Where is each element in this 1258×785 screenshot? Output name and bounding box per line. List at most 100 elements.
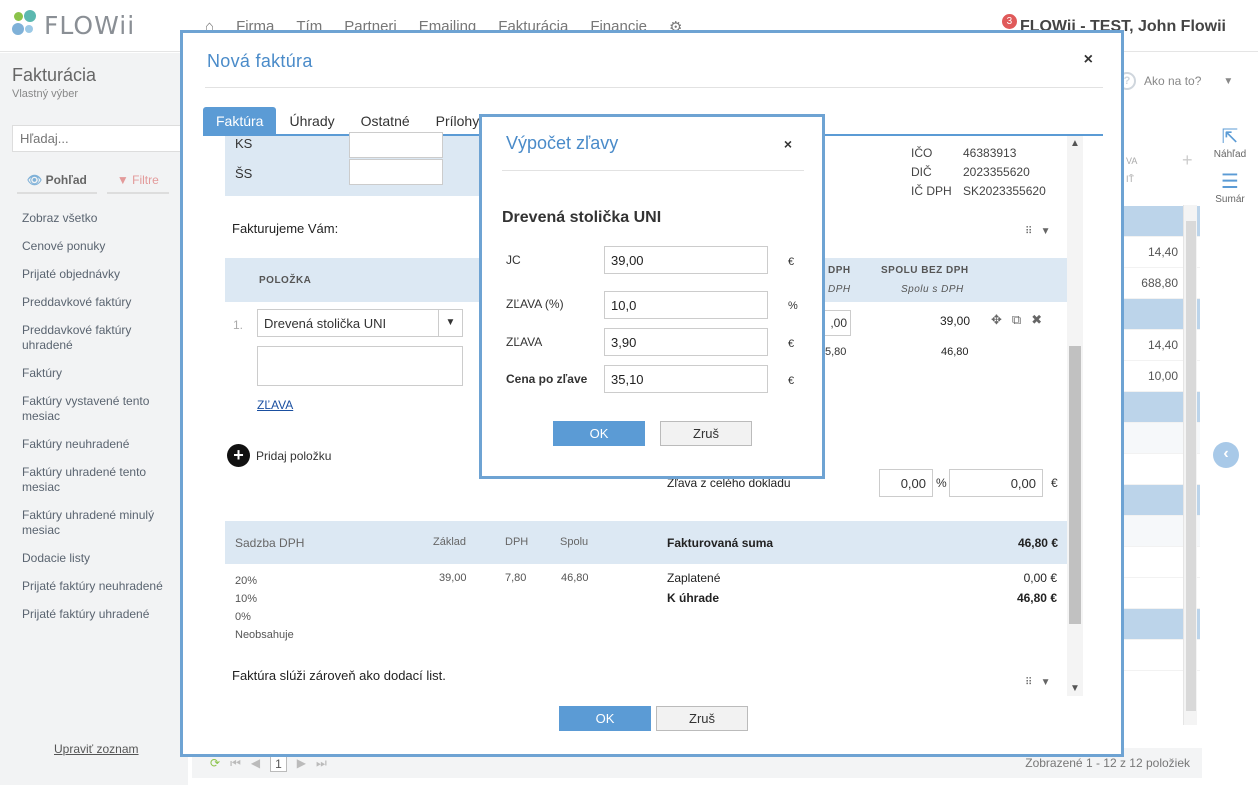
unit-price-input[interactable]: 39,00 — [604, 246, 768, 274]
sidebar-item[interactable]: Faktúry uhradené minulý mesiac — [22, 508, 172, 551]
prev-page-icon[interactable]: ◀ — [251, 756, 260, 772]
chevron-down-icon[interactable]: ▼ — [1067, 683, 1083, 694]
copy-icon[interactable]: ⧉ — [1012, 312, 1021, 328]
sidebar-item[interactable]: Preddavkové faktúry uhradené — [22, 323, 172, 366]
scroll-thumb[interactable] — [1069, 346, 1081, 624]
sidebar-item[interactable]: Faktúry uhradené tento mesiac — [22, 465, 172, 508]
sidebar-item[interactable]: Preddavkové faktúry — [22, 295, 172, 323]
filter-icon: ▼ — [116, 173, 129, 187]
sidebar-item[interactable]: Zobraz všetko — [22, 211, 172, 239]
final-price-input[interactable]: 35,10 — [604, 365, 768, 393]
doc-discount-amount-input[interactable]: 0,00 — [949, 469, 1043, 497]
preview-label: Náhľad — [1213, 149, 1247, 160]
edit-list-link[interactable]: Upraviť zoznam — [54, 742, 139, 756]
refresh-icon[interactable]: ⟳ — [210, 756, 220, 772]
app-logo[interactable]: FLOWii — [12, 10, 135, 40]
col-total-vat: Spolu s DPH — [901, 284, 964, 295]
close-icon[interactable]: × — [784, 136, 792, 152]
current-page[interactable]: 1 — [270, 756, 287, 772]
doc-discount-pct-input[interactable]: 0,00 — [879, 469, 933, 497]
tab-view-label: Pohľad — [45, 173, 87, 187]
external-link-icon: ⇱ — [1221, 126, 1239, 148]
sidebar-item[interactable]: Faktúry neuhradené — [22, 437, 172, 465]
dialog-cancel-button[interactable]: Zruš — [660, 421, 752, 446]
discount-pct-unit: % — [788, 300, 798, 312]
add-column-icon[interactable]: + — [1182, 150, 1193, 171]
chevron-left-icon[interactable]: ‹ — [1213, 442, 1239, 468]
sidebar-title: Fakturácia — [12, 65, 97, 85]
sidebar-item[interactable]: Prijaté faktúry uhradené — [22, 607, 172, 635]
side-tools: ⇱ Náhľad ☰ Sumár — [1208, 125, 1252, 215]
resize-icon[interactable]: ⠿ ▼ — [1025, 226, 1051, 237]
discount-amount-input[interactable]: 3,90 — [604, 328, 768, 356]
icdph-label: IČ DPH — [911, 184, 952, 198]
sidebar-item[interactable]: Prijaté faktúry neuhradené — [22, 579, 172, 607]
summary-button[interactable]: ☰ Sumár — [1208, 170, 1252, 205]
summary-label: Sumár — [1215, 194, 1245, 205]
payment-labels: Zaplatené K úhrade — [667, 568, 720, 608]
tab-view[interactable]: 👁 Pohľad — [17, 168, 97, 194]
discount-link[interactable]: ZĽAVA — [257, 398, 293, 412]
chevron-down-icon: ▼ — [1223, 75, 1234, 87]
background-scrollbar[interactable] — [1183, 205, 1197, 725]
sidebar-subtitle: Vlastný výber — [12, 88, 79, 100]
eye-icon: 👁 — [27, 173, 43, 187]
sidebar-item[interactable]: Faktúry vystavené tento mesiac — [22, 394, 172, 437]
first-page-icon[interactable]: ⏮ — [230, 756, 241, 772]
sidebar-item[interactable]: Dodacie listy — [22, 551, 172, 579]
delete-icon[interactable]: ✖ — [1031, 312, 1042, 328]
ks-select[interactable]: ▼ — [349, 132, 561, 158]
logo-text: FLOWii — [44, 10, 136, 40]
tab-filter[interactable]: ▼ Filtre — [106, 168, 169, 194]
invoice-tabs: Faktúra Úhrady Ostatné Prílohy — [203, 107, 492, 135]
next-page-icon[interactable]: ▶ — [297, 756, 306, 772]
chevron-up-icon[interactable]: ▲ — [1067, 138, 1083, 149]
flowii-logo-icon — [12, 10, 38, 40]
modal-title: Nová faktúra — [207, 51, 313, 71]
tab-other[interactable]: Ostatné — [348, 107, 423, 135]
tab-filter-label: Filtre — [132, 173, 159, 187]
add-item-button[interactable]: + Pridaj položku — [227, 444, 331, 467]
item-description-field[interactable] — [257, 346, 463, 386]
preview-button[interactable]: ⇱ Náhľad — [1208, 125, 1252, 160]
sidebar-item[interactable]: Prijaté objednávky — [22, 267, 172, 295]
vat-summary-header: Sadzba DPH Základ DPH Spolu Fakturovaná … — [225, 521, 1068, 564]
close-icon[interactable]: × — [1084, 51, 1093, 69]
unit-price-unit: € — [788, 256, 795, 268]
vat-dph-20: 7,80 — [505, 572, 527, 584]
ks-label: KS — [235, 136, 253, 151]
ico-label: IČO — [911, 146, 933, 160]
scroll-thumb[interactable] — [1186, 221, 1196, 711]
vat-rate: 0% — [235, 611, 251, 623]
list-icon: ☰ — [1221, 171, 1239, 193]
sidebar: Fakturácia Vlastný výber 👁 Pohľad ▼ Filt… — [0, 53, 188, 785]
total-label: Spolu — [560, 536, 589, 548]
vat-input[interactable]: ,00 — [823, 310, 851, 336]
ss-input[interactable] — [349, 159, 443, 185]
cancel-button[interactable]: Zruš — [656, 706, 748, 731]
col-dph: DPH — [828, 265, 851, 276]
sidebar-item[interactable]: Cenové ponuky — [22, 239, 172, 267]
tab-invoice[interactable]: Faktúra — [203, 107, 277, 135]
tab-payments[interactable]: Úhrady — [276, 107, 347, 135]
resize-icon[interactable]: ⠿ ▼ — [1025, 677, 1051, 688]
sidebar-item[interactable]: Faktúry — [22, 366, 172, 394]
product-select[interactable]: Drevená stolička UNI ▼ — [257, 309, 463, 337]
vat-rates: 20% 10% 0% Neobsahuje — [235, 572, 294, 644]
due-label: K úhrade — [667, 591, 720, 605]
col-dph2: DPH — [828, 284, 851, 295]
help-link[interactable]: ? Ako na to? ▼ — [1118, 72, 1233, 90]
due-value: 46,80 € — [1016, 591, 1057, 605]
last-page-icon[interactable]: ⏭ — [316, 756, 327, 772]
help-label: Ako na to? — [1144, 74, 1202, 88]
sidebar-search-input[interactable] — [12, 125, 188, 152]
ok-button[interactable]: OK — [559, 706, 651, 731]
dialog-ok-button[interactable]: OK — [553, 421, 645, 446]
move-icon[interactable]: ✥ — [991, 312, 1002, 328]
discount-pct-input[interactable]: 10,0 — [604, 291, 768, 319]
vat-rate: 10% — [235, 593, 258, 605]
chevron-down-icon[interactable]: ▼ — [438, 310, 462, 336]
paid-label: Zaplatené — [667, 571, 721, 585]
modal-scrollbar[interactable]: ▲ ▼ — [1067, 136, 1083, 696]
paid-value: 0,00 € — [1023, 571, 1057, 585]
